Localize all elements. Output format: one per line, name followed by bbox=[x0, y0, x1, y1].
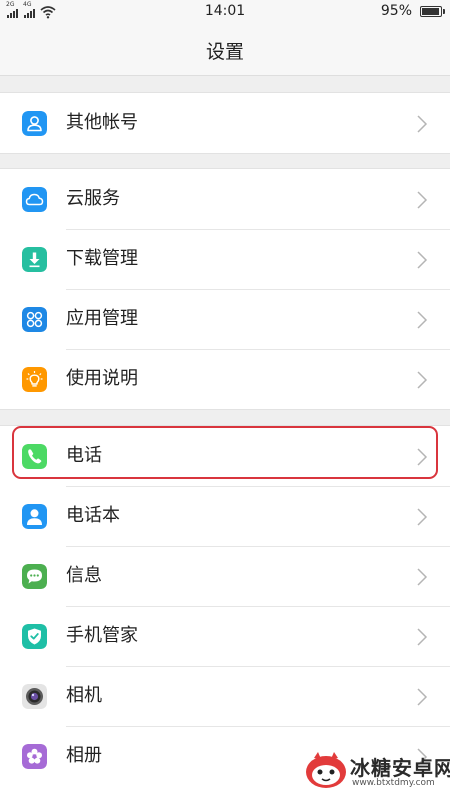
settings-item-label: 电话 bbox=[66, 445, 102, 466]
watermark-url: www.btxtdmy.com bbox=[352, 778, 435, 788]
settings-screen: 2G 4G 14:01 95% 设置 其他帐号 云服务 下载管理 应用管理 使用… bbox=[0, 0, 450, 800]
settings-item-app-manager[interactable]: 应用管理 bbox=[0, 289, 450, 349]
chevron-right-icon bbox=[416, 448, 428, 466]
account-icon bbox=[22, 111, 47, 136]
settings-item-label: 相机 bbox=[66, 685, 102, 706]
settings-item-label: 使用说明 bbox=[66, 368, 138, 389]
settings-item-phone[interactable]: 电话 bbox=[0, 426, 450, 486]
site-watermark: 冰糖安卓网 www.btxtdmy.com bbox=[304, 746, 450, 794]
status-bar: 2G 4G 14:01 95% bbox=[0, 0, 450, 24]
lightbulb-icon bbox=[22, 367, 47, 392]
settings-group-apps: 电话 电话本 信息 手机管家 相机 相册 bbox=[0, 425, 450, 800]
settings-item-label: 下载管理 bbox=[66, 248, 138, 269]
chevron-right-icon bbox=[416, 628, 428, 646]
flower-icon bbox=[22, 744, 47, 769]
settings-item-label: 其他帐号 bbox=[66, 112, 138, 133]
chevron-right-icon bbox=[416, 191, 428, 209]
cloud-icon bbox=[22, 187, 47, 212]
settings-item-phone-manager[interactable]: 手机管家 bbox=[0, 606, 450, 666]
battery-level-fill bbox=[422, 8, 440, 15]
battery-icon bbox=[420, 6, 445, 17]
settings-item-label: 信息 bbox=[66, 565, 102, 586]
settings-item-cloud-service[interactable]: 云服务 bbox=[0, 169, 450, 229]
settings-group-accounts: 其他帐号 bbox=[0, 92, 450, 154]
settings-item-download-manager[interactable]: 下载管理 bbox=[0, 229, 450, 289]
settings-item-label: 相册 bbox=[66, 745, 102, 766]
chevron-right-icon bbox=[416, 508, 428, 526]
download-icon bbox=[22, 247, 47, 272]
chevron-right-icon bbox=[416, 311, 428, 329]
contacts-icon bbox=[22, 504, 47, 529]
settings-group-services: 云服务 下载管理 应用管理 使用说明 bbox=[0, 168, 450, 410]
settings-item-user-guide[interactable]: 使用说明 bbox=[0, 349, 450, 409]
chevron-right-icon bbox=[416, 371, 428, 389]
settings-item-messages[interactable]: 信息 bbox=[0, 546, 450, 606]
mascot-logo-icon bbox=[304, 750, 348, 790]
app-header: 设置 bbox=[0, 24, 450, 76]
watermark-title: 冰糖安卓网 bbox=[350, 756, 450, 780]
phone-icon bbox=[22, 444, 47, 469]
settings-item-contacts[interactable]: 电话本 bbox=[0, 486, 450, 546]
shield-icon bbox=[22, 624, 47, 649]
camera-icon bbox=[22, 684, 47, 709]
settings-item-label: 应用管理 bbox=[66, 308, 138, 329]
chevron-right-icon bbox=[416, 568, 428, 586]
settings-item-label: 手机管家 bbox=[66, 625, 138, 646]
page-title: 设置 bbox=[205, 41, 244, 63]
settings-item-label: 电话本 bbox=[66, 505, 120, 526]
settings-item-other-accounts[interactable]: 其他帐号 bbox=[0, 93, 450, 153]
settings-item-label: 云服务 bbox=[66, 188, 120, 209]
message-icon bbox=[22, 564, 47, 589]
apps-icon bbox=[22, 307, 47, 332]
chevron-right-icon bbox=[416, 688, 428, 706]
battery-percent: 95% bbox=[380, 3, 412, 19]
settings-item-camera[interactable]: 相机 bbox=[0, 666, 450, 726]
chevron-right-icon bbox=[416, 115, 428, 133]
chevron-right-icon bbox=[416, 251, 428, 269]
